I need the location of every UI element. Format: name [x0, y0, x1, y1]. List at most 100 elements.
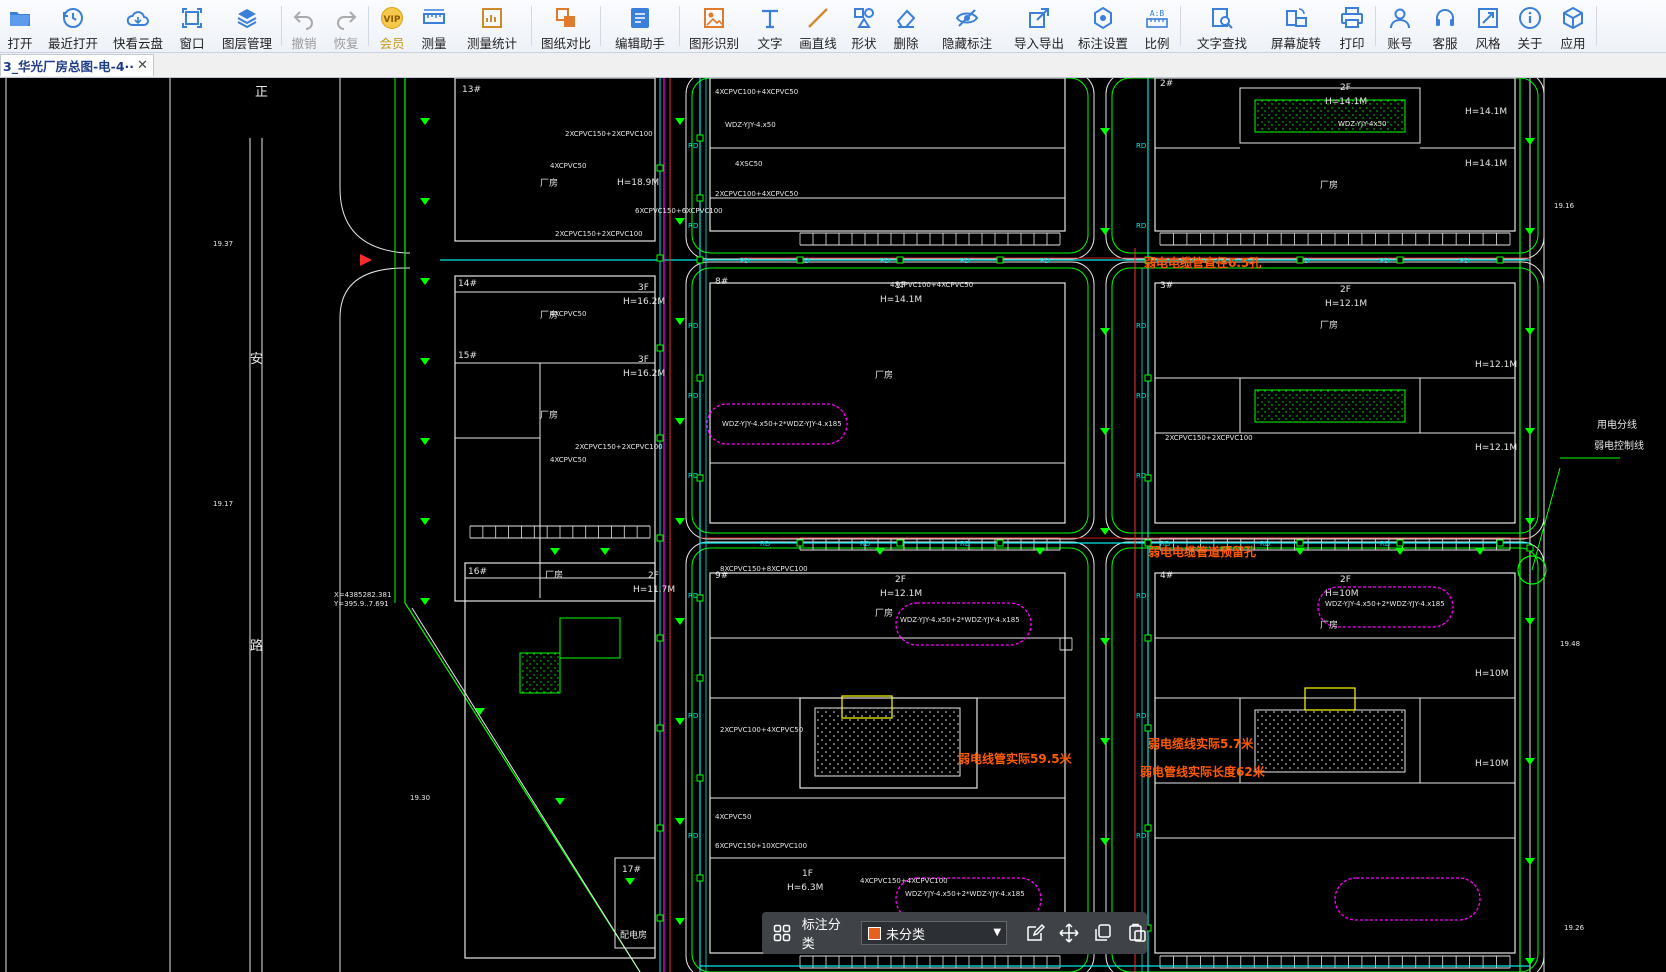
annotation-category-label: 标注分类 — [801, 918, 841, 952]
height-label: H=12.1M — [1475, 360, 1517, 370]
scale-icon: A:B — [1145, 6, 1169, 34]
main-toolbar: 打开 最近打开 快看云盘 窗口 图层管理 撤销 恢复 VIP 会员 测量 测量统计 图纸对比 编辑助手 图… — [0, 0, 1666, 53]
height-label: H=14.1M — [1465, 159, 1507, 169]
ruler-icon — [422, 6, 446, 34]
svg-text:PD: PD — [1380, 257, 1390, 265]
printer-button[interactable]: 打印 — [1330, 0, 1374, 52]
user-button[interactable]: 账号 — [1377, 0, 1423, 52]
measure-stats-button[interactable]: 测量统计 — [454, 0, 530, 52]
scale-button[interactable]: A:B 比例 — [1135, 0, 1179, 52]
toolbar-button-label: 恢复 — [333, 36, 359, 51]
shape-recognition-button[interactable]: 图形识别 — [681, 0, 747, 52]
legend-label: 用电分线 — [1597, 418, 1637, 431]
building-type: 厂房 — [1320, 319, 1338, 331]
building-floors: 2F — [648, 571, 659, 581]
cable-label: 4XCPVC150+4XCPVC100 — [860, 877, 948, 885]
rotate-screen-button[interactable]: 屏幕旋转 — [1262, 0, 1330, 52]
toolbar-button-label: 画直线 — [799, 36, 837, 51]
shapes-button[interactable]: 形状 — [843, 0, 885, 52]
headset-icon — [1433, 6, 1457, 34]
level-label: 19.30 — [410, 794, 430, 802]
edit-assistant-button[interactable]: 编辑助手 — [602, 0, 678, 52]
annotation-category-bar: 标注分类 未分类 ▼ — [762, 912, 1147, 954]
edit-annotation-icon[interactable] — [1025, 923, 1046, 943]
building-number: 13# — [462, 85, 481, 95]
toolbar-button-label: 打印 — [1339, 36, 1365, 51]
building-floors: 1F — [802, 869, 813, 879]
building-floors: 3F — [638, 283, 649, 293]
building-type: 厂房 — [1320, 619, 1338, 631]
info-button[interactable]: 关于 — [1509, 0, 1551, 52]
layers-icon — [235, 6, 259, 34]
rotate-screen-icon — [1284, 6, 1308, 34]
svg-text:RD: RD — [1136, 592, 1146, 600]
compare-button[interactable]: 图纸对比 — [533, 0, 599, 52]
toolbar-button-label: 最近打开 — [47, 36, 98, 51]
import-export-button[interactable]: 导入导出 — [1007, 0, 1071, 52]
toolbar-button-label: 快看云盘 — [112, 36, 163, 51]
toolbar-button-label: 图层管理 — [221, 36, 272, 51]
building-number: 3# — [1160, 281, 1173, 291]
toolbar-separator — [1180, 6, 1181, 46]
level-label: 19.16 — [1554, 202, 1575, 210]
height-label: H=10M — [1475, 669, 1509, 679]
grid-categories-icon[interactable] — [772, 923, 792, 943]
redo-icon — [334, 6, 358, 34]
cable-label: 2XCPVC100+4XCPVC50 — [715, 190, 798, 198]
text-button[interactable]: 文字 — [747, 0, 793, 52]
eraser-icon — [894, 6, 918, 34]
document-tab[interactable]: 3_华光厂房总图-电-4·· ✕ — [0, 54, 154, 76]
building-type: 厂房 — [545, 569, 563, 581]
building-number: 4# — [1160, 571, 1173, 581]
window-button[interactable]: 窗口 — [170, 0, 214, 52]
building-floors: 2F — [895, 575, 906, 585]
headset-button[interactable]: 客服 — [1423, 0, 1467, 52]
close-icon[interactable]: ✕ — [137, 58, 148, 73]
wire-label: WDZ-YJY-4.x50+2*WDZ-YJY-4.x185 — [905, 890, 1025, 898]
redo-button[interactable]: 恢复 — [325, 0, 367, 52]
clock-button[interactable]: 最近打开 — [40, 0, 106, 52]
paste-annotation-icon[interactable] — [1127, 923, 1147, 943]
cable-label: 2XCPVC150+2XCPVC100 — [575, 443, 663, 451]
toolbar-button-label: 应用 — [1560, 36, 1586, 51]
cube-button[interactable]: 应用 — [1551, 0, 1595, 52]
copy-annotation-icon[interactable] — [1093, 923, 1113, 943]
cad-drawing-canvas[interactable]: PD PD PD PD PD PD PD PD PD RD RD RD RD RD RD RD RD RD RD RD… — [0, 78, 1666, 972]
svg-text:RD: RD — [688, 222, 698, 230]
building-floors: 2F — [1340, 285, 1351, 295]
svg-text:RD: RD — [1260, 540, 1270, 548]
text-search-icon — [1210, 6, 1234, 34]
eraser-button[interactable]: 删除 — [885, 0, 927, 52]
annotation-settings-button[interactable]: 标注设置 — [1071, 0, 1135, 52]
svg-text:PD: PD — [880, 257, 890, 265]
vip-button[interactable]: VIP 会员 — [370, 0, 414, 52]
wire-label: WDZ-YJY-4.x50+2*WDZ-YJY-4.x185 — [1325, 600, 1445, 608]
cloud-button[interactable]: 快看云盘 — [106, 0, 170, 52]
cloud-icon — [126, 6, 150, 34]
level-label: 19.17 — [213, 500, 233, 508]
move-annotation-icon[interactable] — [1059, 923, 1079, 943]
toolbar-button-label: 关于 — [1517, 36, 1543, 51]
building-height: H=14.1M — [880, 295, 922, 305]
style-button[interactable]: 风格 — [1467, 0, 1509, 52]
annotation-category-select[interactable]: 未分类 ▼ — [861, 921, 1008, 945]
toolbar-button-label: 导入导出 — [1013, 36, 1064, 51]
building-number: 17# — [622, 865, 641, 875]
folder-button[interactable]: 打开 — [0, 0, 40, 52]
user-icon — [1388, 6, 1412, 34]
line-button[interactable]: 画直线 — [793, 0, 843, 52]
toolbar-button-label: 比例 — [1144, 36, 1170, 51]
layers-button[interactable]: 图层管理 — [214, 0, 280, 52]
svg-text:RD: RD — [1136, 832, 1146, 840]
eye-hide-icon — [955, 6, 979, 34]
building-number: 15# — [458, 351, 477, 361]
text-search-button[interactable]: 文字查找 — [1182, 0, 1262, 52]
ruler-button[interactable]: 测量 — [414, 0, 454, 52]
folder-icon — [8, 6, 32, 34]
eye-hide-button[interactable]: 隐藏标注 — [927, 0, 1007, 52]
legend-label: 弱电控制线 — [1594, 439, 1644, 452]
building-type: 厂房 — [540, 409, 558, 421]
toolbar-button-label: 图纸对比 — [540, 36, 591, 51]
undo-button[interactable]: 撤销 — [283, 0, 325, 52]
building-height: H=14.1M — [1325, 97, 1367, 107]
